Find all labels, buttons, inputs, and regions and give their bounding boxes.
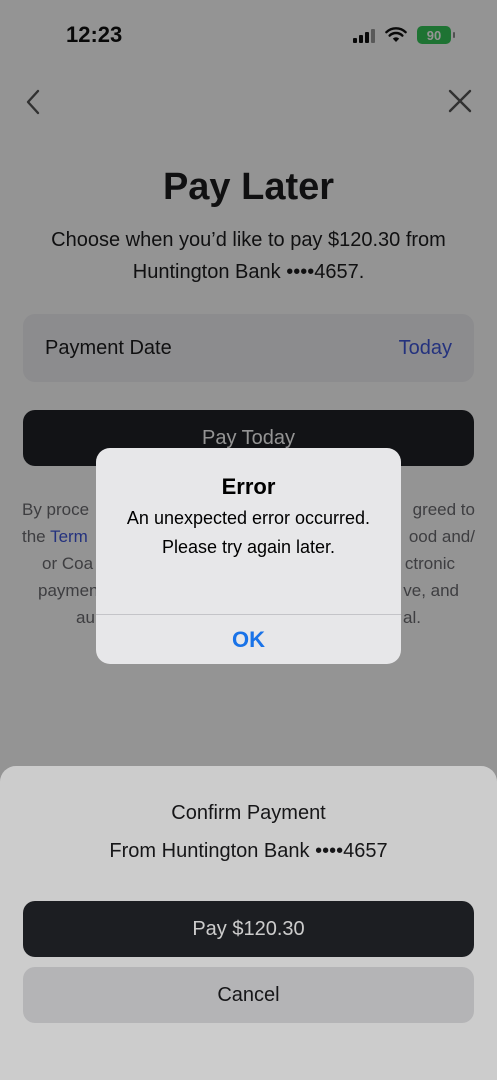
- alert-title: Error: [221, 474, 276, 499]
- error-alert: Error An unexpected error occurred. Plea…: [96, 448, 401, 664]
- sheet-dim-overlay: [0, 766, 497, 1080]
- alert-message: An unexpected error occurred. Please try…: [126, 508, 371, 557]
- ok-button[interactable]: OK: [96, 615, 401, 664]
